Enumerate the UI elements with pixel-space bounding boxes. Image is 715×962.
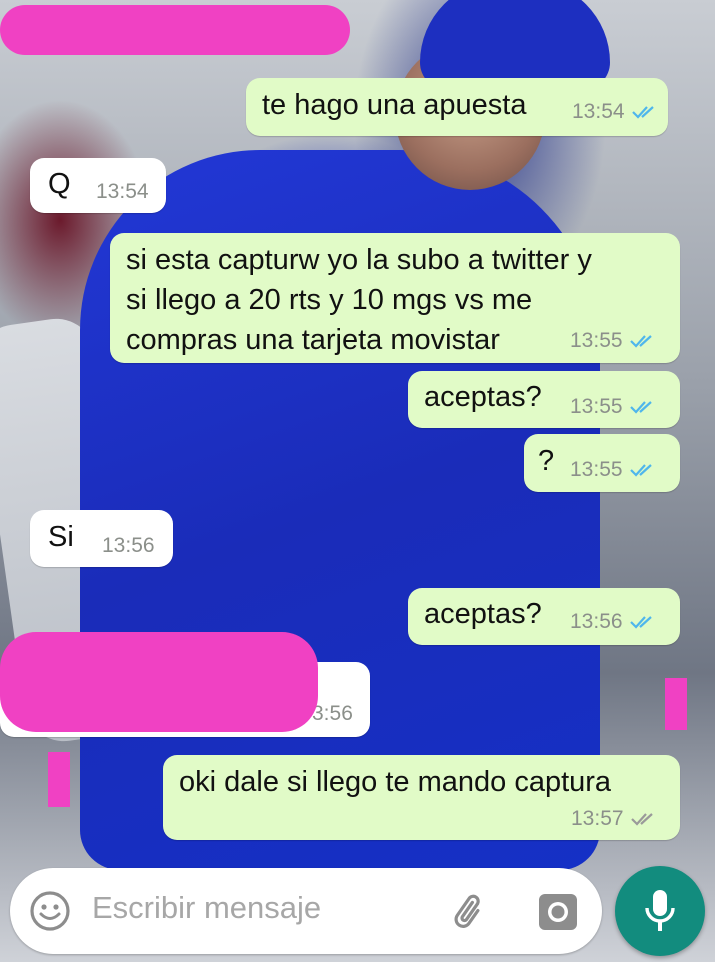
microphone-button[interactable] [615,866,705,956]
message-time: 3:56 [312,702,353,725]
message-time: 13:54 [572,100,625,123]
message-time: 13:56 [102,534,155,557]
message-bubble-incoming[interactable]: Q 13:54 [30,158,166,213]
emoji-icon[interactable] [28,889,72,933]
message-text: Q [48,168,71,200]
double-check-read-icon [629,333,657,349]
message-bubble-outgoing[interactable]: te hago una apuesta 13:54 [246,78,668,136]
message-bubble-outgoing[interactable]: ? 13:55 [524,434,680,492]
message-text: aceptas? [424,598,542,630]
message-time: 13:55 [570,395,623,418]
message-time: 13:54 [96,180,149,203]
message-text: Si [48,521,74,553]
message-composer: Escribir mensaje [10,868,602,954]
message-text: si esta capturw yo la subo a twitter y s… [126,244,592,356]
message-time: 13:55 [570,329,623,352]
paperclip-icon[interactable] [448,890,492,934]
message-text: aceptas? [424,381,542,413]
redaction-mark [0,5,350,55]
double-check-read-icon [629,462,657,478]
double-check-read-icon [629,399,657,415]
message-text: oki dale si llego te mando captura [179,766,612,798]
message-text: ? [538,445,555,477]
message-bubble-outgoing[interactable]: oki dale si llego te mando captura 13:57 [163,755,680,840]
message-time: 13:57 [571,807,624,830]
double-check-read-icon [629,614,657,630]
message-time: 13:56 [570,610,623,633]
microphone-icon [645,890,675,931]
double-check-read-icon [631,104,659,120]
message-bubble-outgoing[interactable]: aceptas? 13:55 [408,371,680,428]
message-input[interactable]: Escribir mensaje [92,890,321,926]
message-bubble-outgoing[interactable]: aceptas? 13:56 [408,588,680,645]
message-bubble-incoming[interactable]: Si 13:56 [30,510,173,567]
message-bubble-outgoing[interactable]: si esta capturw yo la subo a twitter y s… [110,233,680,363]
message-bubble-incoming[interactable]: 3:56 [0,662,370,737]
double-check-delivered-icon [630,811,658,827]
camera-icon[interactable] [536,890,580,934]
message-text: te hago una apuesta [262,89,527,121]
message-time: 13:55 [570,458,623,481]
